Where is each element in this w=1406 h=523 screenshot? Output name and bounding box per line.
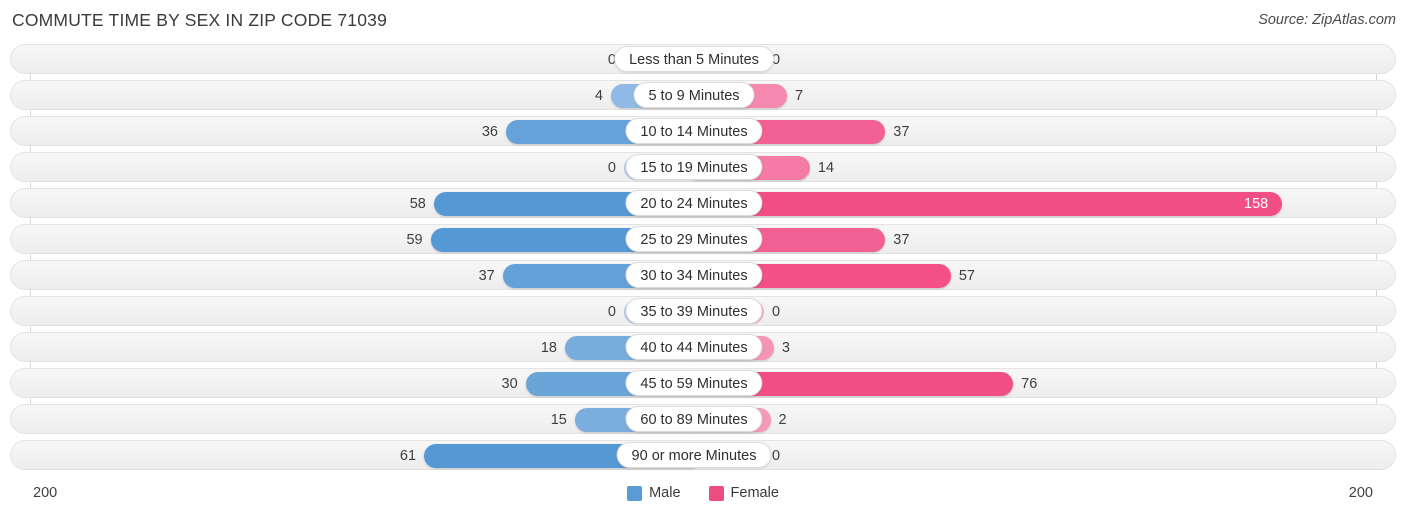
category-label: 10 to 14 Minutes: [625, 118, 763, 144]
page-title: COMMUTE TIME BY SEX IN ZIP CODE 71039: [12, 10, 388, 30]
category-label: 15 to 19 Minutes: [625, 154, 763, 180]
table-row: 4 7 5 to 9 Minutes: [10, 80, 1396, 110]
row-bars: 59 37 25 to 29 Minutes: [11, 225, 1395, 253]
table-row: 15 2 60 to 89 Minutes: [10, 404, 1396, 434]
table-row: 0 14 15 to 19 Minutes: [10, 152, 1396, 182]
male-value-label: 18: [540, 340, 557, 356]
table-row: 18 3 40 to 44 Minutes: [10, 332, 1396, 362]
female-value-label: 37: [893, 124, 910, 140]
row-bars: 37 57 30 to 34 Minutes: [11, 261, 1395, 289]
category-label: 35 to 39 Minutes: [625, 298, 763, 324]
row-bars: 15 2 60 to 89 Minutes: [11, 405, 1395, 433]
category-label: 90 or more Minutes: [616, 442, 772, 468]
female-value-label: 37: [893, 232, 910, 248]
legend-swatch-icon: [627, 485, 643, 501]
female-value-label: 14: [817, 160, 835, 176]
male-value-label: 4: [594, 88, 603, 104]
legend-label: Female: [730, 485, 779, 501]
female-value-label: 57: [958, 268, 975, 284]
category-label: Less than 5 Minutes: [614, 46, 774, 72]
bar-rows-container: 0 0 Less than 5 Minutes 4 7 5 to 9 Minutes 36 3…: [0, 44, 1406, 470]
female-value-label: 3: [781, 340, 790, 356]
row-bars: 0 0 Less than 5 Minutes: [11, 45, 1395, 73]
legend-item[interactable]: Female: [708, 485, 779, 501]
male-value-label: 15: [550, 412, 567, 428]
female-value-label: 76: [1021, 376, 1038, 392]
table-row: 30 76 45 to 59 Minutes: [10, 368, 1396, 398]
male-value-label: 58: [409, 196, 426, 212]
female-value-label: 0: [772, 304, 781, 320]
male-value-label: 0: [607, 304, 616, 320]
chart-footer: 200 200 Male Female: [0, 481, 1406, 517]
table-row: 59 37 25 to 29 Minutes: [10, 224, 1396, 254]
legend-swatch-icon: [708, 485, 724, 501]
category-label: 45 to 59 Minutes: [625, 370, 763, 396]
male-value-label: 30: [501, 376, 518, 392]
table-row: 36 37 10 to 14 Minutes: [10, 116, 1396, 146]
chart-header: COMMUTE TIME BY SEX IN ZIP CODE 71039 So…: [0, 0, 1406, 44]
row-bars: 36 37 10 to 14 Minutes: [11, 117, 1395, 145]
table-row: 58 158 20 to 24 Minutes: [10, 188, 1396, 218]
male-value-label: 36: [481, 124, 498, 140]
male-value-label: 61: [399, 448, 417, 464]
female-value-label: 7: [794, 88, 804, 104]
chart-legend: Male Female: [0, 485, 1406, 501]
table-row: 61 0 90 or more Minutes: [10, 440, 1396, 470]
row-bars: 18 3 40 to 44 Minutes: [11, 333, 1395, 361]
row-bars: 0 0 35 to 39 Minutes: [11, 297, 1395, 325]
category-label: 25 to 29 Minutes: [625, 226, 763, 252]
legend-item[interactable]: Male: [627, 485, 681, 501]
female-bar: [694, 192, 1282, 216]
category-label: 30 to 34 Minutes: [625, 262, 763, 288]
male-value-label: 0: [607, 160, 616, 176]
row-bars: 58 158 20 to 24 Minutes: [11, 189, 1395, 217]
row-bars: 0 14 15 to 19 Minutes: [11, 153, 1395, 181]
male-value-label: 59: [406, 232, 423, 248]
table-row: 37 57 30 to 34 Minutes: [10, 260, 1396, 290]
table-row: 0 0 35 to 39 Minutes: [10, 296, 1396, 326]
row-bars: 30 76 45 to 59 Minutes: [11, 369, 1395, 397]
female-value-label: 2: [778, 412, 787, 428]
row-bars: 61 0 90 or more Minutes: [11, 441, 1395, 469]
category-label: 60 to 89 Minutes: [625, 406, 763, 432]
female-value-label: 0: [772, 448, 781, 464]
source-attribution: Source: ZipAtlas.com: [1258, 12, 1396, 28]
legend-label: Male: [649, 485, 681, 501]
female-value-label: 158: [1244, 196, 1269, 212]
table-row: 0 0 Less than 5 Minutes: [10, 44, 1396, 74]
category-label: 40 to 44 Minutes: [625, 334, 763, 360]
male-value-label: 37: [478, 268, 495, 284]
chart-plot-area: 0 0 Less than 5 Minutes 4 7 5 to 9 Minutes 36 3…: [0, 44, 1406, 481]
category-label: 20 to 24 Minutes: [625, 190, 763, 216]
row-bars: 4 7 5 to 9 Minutes: [11, 81, 1395, 109]
category-label: 5 to 9 Minutes: [633, 82, 755, 108]
